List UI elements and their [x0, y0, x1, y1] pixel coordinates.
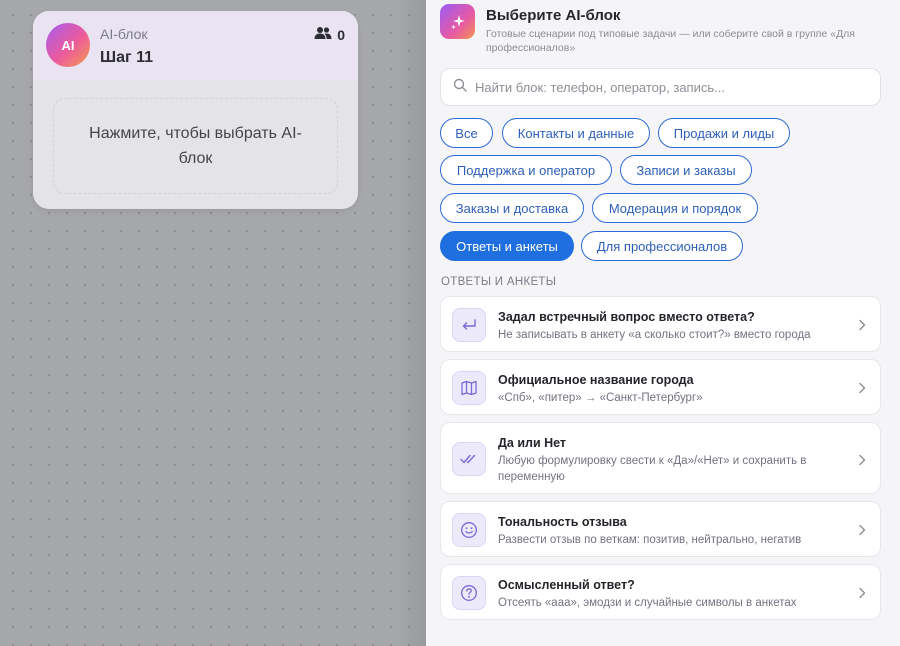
ai-block-picker-panel: Выберите AI-блок Готовые сценарии под ти…: [426, 0, 900, 646]
smile-icon: [452, 513, 486, 547]
panel-title: Выберите AI-блок: [486, 7, 621, 24]
chip-for-professionals[interactable]: Для профессионалов: [581, 231, 743, 261]
chevron-right-icon: [858, 523, 866, 541]
card-title: Задал встречный вопрос вместо ответа?: [498, 310, 755, 324]
sparkle-icon: [440, 4, 475, 39]
select-ai-block-placeholder[interactable]: Нажмите, чтобы выбрать AI-блок: [53, 98, 338, 194]
double-check-icon: [452, 442, 486, 476]
node-members-count: 0: [314, 26, 345, 43]
card-description: Любую формулировку свести к «Да»/«Нет» и…: [498, 455, 807, 483]
chip-contacts-data[interactable]: Контакты и данные: [502, 118, 650, 148]
node-title: Шаг 11: [100, 49, 153, 66]
block-card-city-name[interactable]: Официальное название города «Спб», «пите…: [440, 359, 881, 415]
section-label: ОТВЕТЫ И АНКЕТЫ: [441, 276, 557, 288]
ai-block-node[interactable]: AI AI-блок Шаг 11 0 Нажмите, чтобы выбра…: [33, 11, 358, 209]
card-description: Отсеять «ааа», эмодзи и случайные символ…: [498, 597, 797, 609]
block-card-meaningful-answer[interactable]: Осмысленный ответ? Отсеять «ааа», эмодзи…: [440, 564, 881, 620]
users-icon: [314, 26, 332, 43]
card-title: Осмысленный ответ?: [498, 578, 635, 592]
chevron-right-icon: [858, 453, 866, 471]
ai-avatar: AI: [46, 23, 90, 67]
block-card-yes-no[interactable]: Да или Нет Любую формулировку свести к «…: [440, 422, 881, 494]
return-arrow-icon: [452, 308, 486, 342]
chevron-right-icon: [858, 586, 866, 604]
search-box[interactable]: [440, 68, 881, 106]
card-description: «Спб», «питер» → «Санкт-Петербург»: [498, 392, 703, 404]
node-kind-label: AI-блок: [100, 26, 148, 42]
block-card-counter-question[interactable]: Задал встречный вопрос вместо ответа? Не…: [440, 296, 881, 352]
chip-bookings-orders[interactable]: Записи и заказы: [620, 155, 752, 185]
card-description: Развести отзыв по веткам: позитив, нейтр…: [498, 534, 802, 546]
chip-all[interactable]: Все: [440, 118, 493, 148]
question-circle-icon: [452, 576, 486, 610]
search-input[interactable]: [475, 79, 855, 95]
chevron-right-icon: [858, 381, 866, 399]
panel-subtitle: Готовые сценарии под типовые задачи — ил…: [486, 28, 855, 54]
chip-answers-forms[interactable]: Ответы и анкеты: [440, 231, 574, 261]
card-description: Не записывать в анкету «а сколько стоит?…: [498, 329, 811, 341]
chip-moderation[interactable]: Модерация и порядок: [592, 193, 758, 223]
node-header: AI AI-блок Шаг 11 0: [33, 11, 358, 80]
card-title: Тональность отзыва: [498, 515, 627, 529]
chip-support-operator[interactable]: Поддержка и оператор: [440, 155, 612, 185]
chip-sales-leads[interactable]: Продажи и лиды: [658, 118, 790, 148]
search-icon: [453, 78, 467, 97]
chip-orders-delivery[interactable]: Заказы и доставка: [440, 193, 584, 223]
card-title: Да или Нет: [498, 436, 567, 450]
map-icon: [452, 371, 486, 405]
block-card-review-tone[interactable]: Тональность отзыва Развести отзыв по вет…: [440, 501, 881, 557]
chevron-right-icon: [858, 318, 866, 336]
members-count: 0: [337, 26, 345, 43]
card-title: Официальное название города: [498, 373, 694, 387]
